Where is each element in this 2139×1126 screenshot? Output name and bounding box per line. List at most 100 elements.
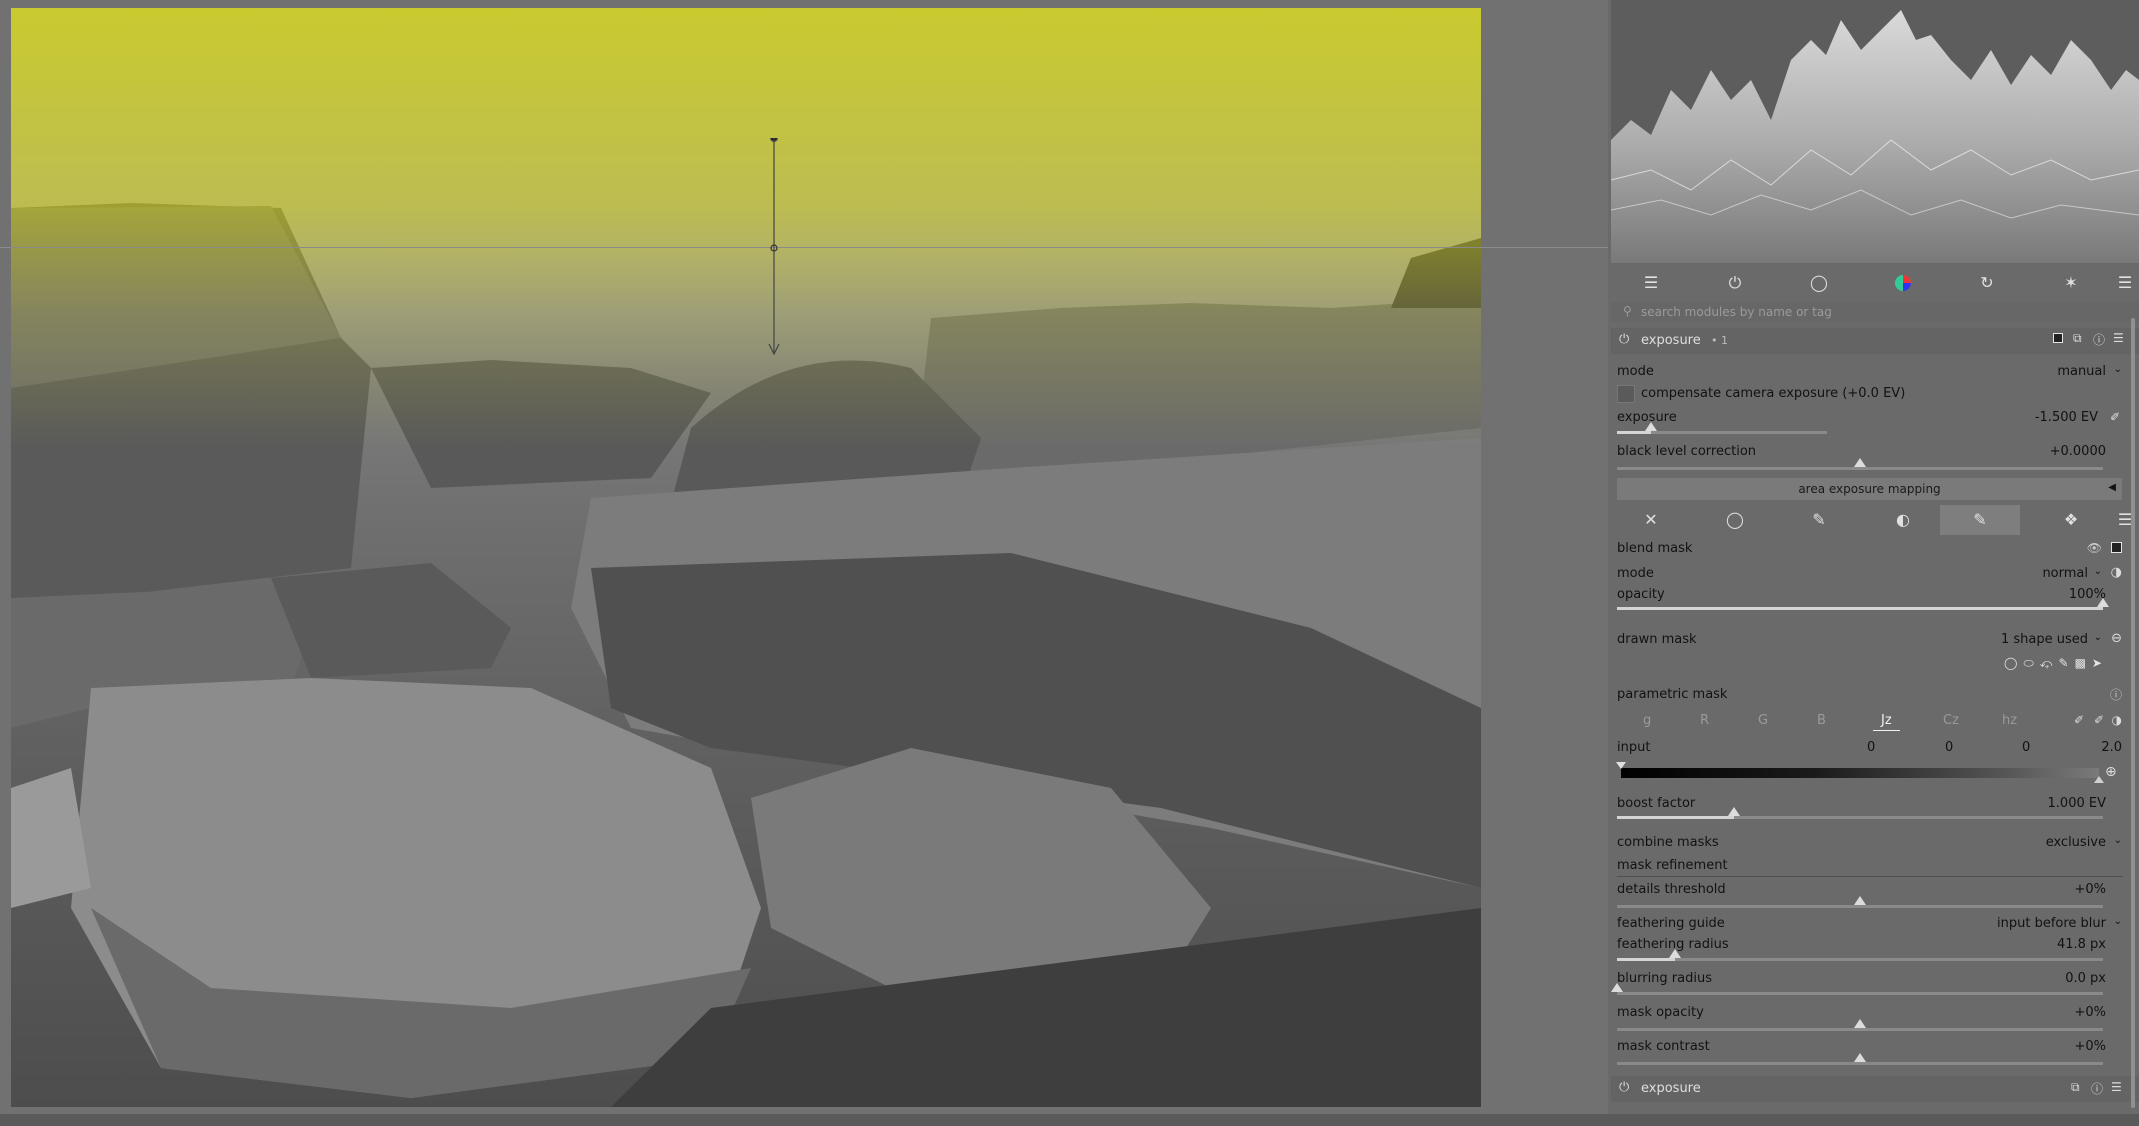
blend-mode-value[interactable]: normal <box>2042 566 2088 581</box>
edit-shapes-icon[interactable]: ➤ <box>2092 656 2108 670</box>
opacity-slider[interactable] <box>1617 598 2109 610</box>
blurring-radius-value[interactable]: 0.0 px <box>2065 971 2106 986</box>
histogram-waveform <box>1611 10 2139 263</box>
remove-mask-icon[interactable]: ⊖ <box>2111 631 2122 646</box>
channel-tab-hz[interactable]: hz <box>2002 713 2017 728</box>
mask-display-icon[interactable] <box>2111 542 2122 553</box>
multi-instance-icon[interactable]: ⧉ <box>2073 331 2082 346</box>
mask-indicator-icon[interactable] <box>2053 333 2063 343</box>
mode-value[interactable]: manual <box>2057 364 2106 379</box>
picker-icon[interactable]: ✐ <box>2074 713 2084 727</box>
histogram[interactable] <box>1611 0 2139 263</box>
blurring-radius-slider[interactable] <box>1611 983 2103 995</box>
blend-off-icon[interactable]: ✕ <box>1611 505 1691 535</box>
channel-tab-g2[interactable]: G <box>1758 713 1768 728</box>
input-value-4: 2.0 <box>2101 740 2122 755</box>
module-power-icon[interactable]: ⏻ <box>1619 332 1629 347</box>
panel-scrollbar[interactable] <box>2131 318 2135 1108</box>
raster-mask-icon[interactable]: ❖ <box>2031 505 2111 535</box>
invert-icon[interactable]: ◑ <box>2112 713 2122 727</box>
shape-tools: ◯⬭⤽✎▩➤ <box>2004 656 2124 672</box>
info-icon[interactable]: ⓘ <box>2110 686 2122 703</box>
eye-icon[interactable]: 👁 <box>2087 541 2102 555</box>
details-threshold-value[interactable]: +0% <box>2074 882 2106 897</box>
feathering-radius-value[interactable]: 41.8 px <box>2057 937 2106 952</box>
color-picker-icon[interactable]: ✐ <box>2110 410 2120 424</box>
channel-tab-g[interactable]: g <box>1643 713 1651 728</box>
next-module-name: exposure <box>1641 1081 1701 1096</box>
boost-factor-slider[interactable] <box>1617 807 2103 819</box>
channel-tab-jz[interactable]: Jz <box>1873 713 1900 731</box>
mask-opacity-label: mask opacity <box>1617 1005 1704 1020</box>
reset-icon[interactable]: ⓘ <box>2093 331 2105 348</box>
input-gradient-bar[interactable] <box>1616 762 2104 783</box>
module-power-icon[interactable]: ⏻ <box>1619 1080 1629 1095</box>
channel-tab-cz[interactable]: Cz <box>1943 713 1959 728</box>
input-right-marker[interactable] <box>2094 776 2104 783</box>
black-level-slider[interactable] <box>1617 458 2103 470</box>
brush-shape-icon[interactable]: ✎ <box>2059 656 2075 670</box>
mask-contrast-label: mask contrast <box>1617 1039 1710 1054</box>
combine-masks-value[interactable]: exclusive <box>2046 835 2106 850</box>
parametric-mask-icon[interactable]: ◐ <box>1863 505 1943 535</box>
feathering-radius-slider[interactable] <box>1617 949 2103 961</box>
area-exposure-mapping-toggle[interactable]: area exposure mapping ◀ <box>1617 478 2122 500</box>
photo-canvas[interactable] <box>11 8 1481 1107</box>
input-value-2: 0 <box>1945 740 1954 755</box>
effect-group-icon[interactable]: ✶ <box>2031 268 2111 298</box>
input-value-3: 0 <box>2022 740 2031 755</box>
exposure-module-header[interactable]: ⏻ exposure • 1 ⧉ ⓘ ☰ <box>1611 328 2139 354</box>
channel-tabs: g R G B Jz Cz hz ✐ ✐ ◑ <box>1617 713 2122 733</box>
channel-tab-r[interactable]: R <box>1700 713 1709 728</box>
gradient-guide-line[interactable] <box>0 247 1608 248</box>
compensate-checkbox[interactable] <box>1617 385 1635 403</box>
multi-instance-icon[interactable]: ⧉ <box>2071 1080 2080 1095</box>
mask-opacity-slider[interactable] <box>1617 1019 2103 1031</box>
drawn-mask-icon[interactable]: ✎ <box>1779 505 1859 535</box>
input-left-marker[interactable] <box>1616 762 1626 769</box>
chevron-down-icon: ⌄ <box>2113 835 2122 846</box>
drawn-mask-value[interactable]: 1 shape used <box>2001 632 2088 647</box>
gradient-shape-icon[interactable]: ▩ <box>2075 656 2092 670</box>
black-level-value[interactable]: +0.0000 <box>2050 444 2106 459</box>
base-group-circle-icon[interactable]: ◯ <box>1779 268 1859 298</box>
mask-contrast-value[interactable]: +0% <box>2074 1039 2106 1054</box>
circle-shape-icon[interactable]: ◯ <box>2004 656 2023 670</box>
groups-menu-icon[interactable]: ☰ <box>2111 268 2139 298</box>
uniform-blend-icon[interactable]: ◯ <box>1695 505 1775 535</box>
exposure-slider[interactable] <box>1617 422 1827 434</box>
mask-contrast-slider[interactable] <box>1617 1053 2103 1065</box>
ellipse-shape-icon[interactable]: ⬭ <box>2023 656 2039 670</box>
details-threshold-label: details threshold <box>1617 882 1726 897</box>
input-value-1: 0 <box>1867 740 1876 755</box>
presets-menu-icon[interactable]: ☰ <box>2113 331 2124 345</box>
path-shape-icon[interactable]: ⤽ <box>2040 656 2059 670</box>
blend-mode-tabs: ✕ ◯ ✎ ◐ ✎ ❖ ☰ <box>1611 505 2139 535</box>
module-name: exposure <box>1641 333 1701 348</box>
reset-icon[interactable]: ⓘ <box>2091 1080 2103 1097</box>
combine-masks-label: combine masks <box>1617 835 1719 850</box>
correct-group-icon[interactable]: ↻ <box>1947 268 2027 298</box>
search-input[interactable]: search modules by name or tag <box>1641 305 1832 319</box>
exposure-value[interactable]: -1.500 EV <box>2035 410 2098 425</box>
blend-reverse-icon[interactable]: ◑ <box>2111 565 2122 580</box>
boost-factor-value[interactable]: 1.000 EV <box>2048 796 2106 811</box>
picker-range-icon[interactable]: ✐ <box>2094 713 2104 727</box>
drawn-parametric-mask-icon[interactable]: ✎ <box>1940 505 2020 535</box>
details-threshold-slider[interactable] <box>1617 896 2103 908</box>
color-group-icon[interactable] <box>1863 268 1943 298</box>
mode-label: mode <box>1617 364 1654 379</box>
next-module-header[interactable]: ⏻ exposure ⧉ ⓘ ☰ <box>1611 1076 2139 1102</box>
black-level-label: black level correction <box>1617 444 1757 459</box>
presets-menu-icon[interactable]: ☰ <box>2111 1080 2122 1094</box>
active-modules-power-icon[interactable]: ⏻ <box>1695 268 1775 298</box>
boost-factor-label: boost factor <box>1617 796 1696 811</box>
image-viewport[interactable] <box>0 0 1608 1114</box>
add-marker-icon[interactable]: ⊕ <box>2105 764 2117 780</box>
channel-tab-b[interactable]: B <box>1817 713 1826 728</box>
presets-icon[interactable]: ☰ <box>1611 268 1691 298</box>
search-box[interactable]: ⚲ search modules by name or tag <box>1611 302 2139 322</box>
feathering-guide-value[interactable]: input before blur <box>1997 916 2106 931</box>
gradient-handle[interactable] <box>768 138 780 358</box>
mask-opacity-value[interactable]: +0% <box>2074 1005 2106 1020</box>
